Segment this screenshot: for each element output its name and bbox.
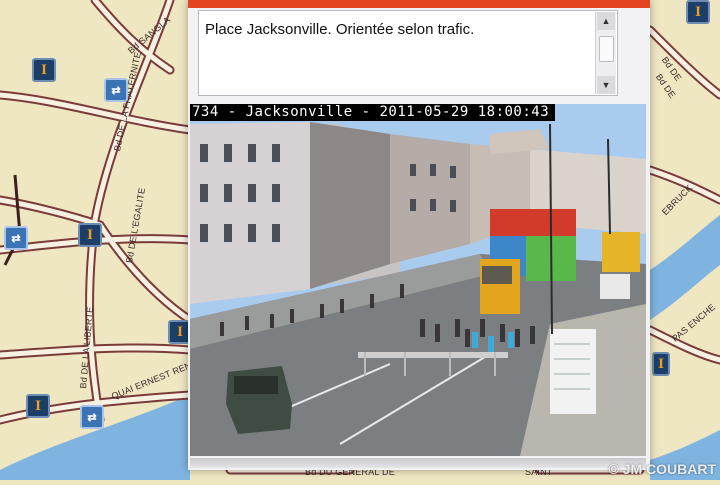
- street-scene: [190, 104, 646, 456]
- scrollbar-thumb[interactable]: [599, 36, 614, 62]
- scroll-down-button[interactable]: ▼: [597, 76, 615, 94]
- camera-timestamp-overlay: 734 - Jacksonville - 2011-05-29 18:00:43: [190, 104, 556, 121]
- popup-title-bar: [188, 0, 650, 8]
- webcam-camera-icon[interactable]: I: [26, 394, 50, 418]
- camera-description: Place Jacksonville. Orientée selon trafi…: [205, 21, 475, 38]
- traffic-info-icon[interactable]: ⇄: [104, 78, 128, 102]
- webcam-image: 734 - Jacksonville - 2011-05-29 18:00:43: [190, 104, 646, 456]
- camera-description-box[interactable]: Place Jacksonville. Orientée selon trafi…: [198, 10, 618, 96]
- description-scrollbar[interactable]: ▲ ▼: [595, 12, 616, 94]
- webcam-camera-icon[interactable]: I: [32, 58, 56, 82]
- webcam-popup: Place Jacksonville. Orientée selon trafi…: [188, 0, 650, 470]
- traffic-info-icon[interactable]: ⇄: [80, 405, 104, 429]
- popup-footer: [190, 458, 646, 468]
- webcam-camera-icon[interactable]: I: [652, 352, 670, 376]
- scroll-up-button[interactable]: ▲: [597, 12, 615, 30]
- webcam-camera-icon[interactable]: I: [686, 0, 710, 24]
- webcam-camera-icon[interactable]: I: [78, 223, 102, 247]
- photo-watermark: © JM COUBART: [608, 461, 716, 477]
- traffic-info-icon[interactable]: ⇄: [4, 226, 28, 250]
